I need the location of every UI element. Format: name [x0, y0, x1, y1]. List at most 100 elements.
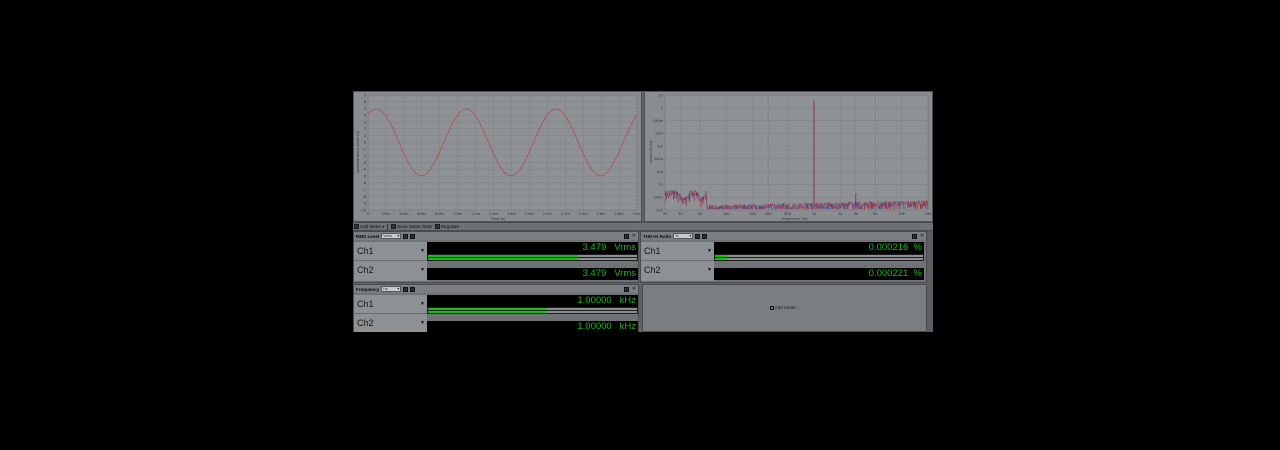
x-tick-label: 1.2m — [471, 212, 481, 216]
channel-label[interactable]: Ch1 ▼ — [354, 295, 427, 314]
x-tick-label: 2.6m — [597, 212, 607, 216]
y-tick-label: 6 — [364, 100, 367, 104]
bar-fill — [428, 308, 548, 310]
meter-settings-icon[interactable] — [410, 286, 416, 292]
x-tick-label: 2.0m — [543, 212, 553, 216]
plot-area — [367, 94, 638, 211]
level-bar — [427, 254, 638, 261]
meter-settings-icon[interactable] — [410, 233, 416, 239]
y-tick-label: 0 — [364, 141, 367, 145]
x-tick-label: 300 — [765, 212, 773, 216]
x-tick-label: 1.8m — [525, 212, 535, 216]
channel-label[interactable]: Ch1 ▼ — [641, 242, 714, 261]
channel-label[interactable]: Ch2 ▼ — [354, 261, 427, 282]
x-tick-label: 10k — [898, 212, 906, 216]
unit-select[interactable]: % — [673, 233, 694, 239]
x-tick-label: 50 — [698, 212, 703, 216]
x-tick-label: 2.8m — [614, 212, 624, 216]
meter-title: Frequency — [356, 286, 380, 292]
level-bar — [714, 254, 924, 261]
chevron-down-icon: ▼ — [420, 267, 425, 273]
x-tick-label: 2.2m — [561, 212, 571, 216]
close-icon[interactable]: ✕ — [632, 233, 636, 239]
popout-icon[interactable] — [623, 286, 629, 292]
x-tick-label: 3k — [854, 212, 859, 216]
y-tick-label: 100m — [653, 119, 664, 123]
bar-fill — [715, 258, 728, 260]
bar-fill — [428, 311, 548, 313]
plus-icon — [769, 306, 774, 310]
unit-select[interactable]: Vrms — [381, 233, 402, 239]
meter-menu-icon[interactable] — [403, 233, 409, 239]
bar-fill — [715, 255, 728, 257]
meter-menu-icon[interactable] — [695, 233, 701, 239]
regulate-icon — [434, 224, 440, 229]
x-tick-label: 2k — [838, 212, 843, 216]
add-meter-button[interactable]: Add Meter ▾ — [354, 224, 384, 229]
meter-readout: 1.00000 kHz — [427, 295, 638, 307]
bar-fill — [428, 258, 579, 260]
scope-graph[interactable]: 7 6 5 4 3 2 1 0 -1 -2 -3 -4 -5 -6 -7 -8 -9 -10 0 200u 400u 60… — [353, 91, 642, 222]
y-tick-label: 2 — [364, 127, 366, 131]
scrollbar[interactable] — [927, 231, 933, 332]
meter-header: Frequency Hz ✕ — [354, 285, 638, 293]
save-icon — [391, 224, 397, 229]
x-tick-label: 200 — [749, 212, 757, 216]
chevron-down-icon: ▼ — [707, 248, 712, 254]
y-tick-label: -3 — [362, 161, 366, 165]
meter-title: THD+N Ratio — [643, 233, 672, 239]
x-tick-label: 200u — [381, 212, 390, 216]
channel-label[interactable]: Ch2 ▼ — [354, 314, 427, 332]
app-window: 7 6 5 4 3 2 1 0 -1 -2 -3 -4 -5 -6 -7 -8 -9 -10 0 200u 400u 60… — [353, 91, 933, 332]
close-icon[interactable]: ✕ — [632, 286, 636, 292]
x-tick-label: 1.4m — [489, 212, 499, 216]
add-meter-link[interactable]: Add meter... — [643, 305, 926, 310]
frequency-meter: Frequency Hz ✕ Ch1▼ 1.00000 kHz Ch2▼ 1.0… — [353, 284, 639, 332]
regulate-button[interactable]: Regulate — [434, 224, 459, 229]
x-tick-label: 1k — [812, 212, 817, 216]
fft-graph[interactable]: 10 1 100m 10m 1m 100u 10u 1u 100n 10n 20 30 50 100 200… — [644, 91, 933, 222]
meter-readout: 0.000221 % — [714, 268, 924, 280]
popout-icon[interactable] — [911, 233, 917, 239]
meter-toolbar: Add Meter ▾ Save Meter Data Regulate — [353, 222, 933, 231]
x-tick-label: 20k — [925, 212, 933, 216]
meter-readout: 3.479 Vrms — [427, 242, 638, 254]
y-tick-label: -4 — [362, 168, 366, 172]
rms-level-meter: RMS Level Vrms ✕ Ch1▼ 3.479 Vrms Ch2▼ 3.… — [353, 231, 639, 283]
save-meter-data-button[interactable]: Save Meter Data — [391, 224, 432, 229]
y-tick-label: 10 — [658, 93, 663, 97]
y-tick-label: 100n — [654, 196, 663, 200]
plot-area — [664, 94, 929, 211]
thdn-ratio-meter: THD+N Ratio % ✕ Ch1▼ 0.000216 % Ch2▼ 0.0… — [640, 231, 927, 283]
popout-icon[interactable] — [623, 233, 629, 239]
close-icon[interactable]: ✕ — [920, 233, 924, 239]
chevron-down-icon: ▼ — [420, 320, 425, 326]
meter-header: THD+N Ratio % ✕ — [641, 232, 926, 240]
y-tick-label: 5 — [364, 107, 366, 111]
add-meter-panel: Add meter... — [642, 284, 927, 332]
chevron-down-icon: ▼ — [420, 248, 425, 254]
channel-label[interactable]: Ch2 ▼ — [641, 261, 714, 282]
x-tick-label: 100 — [723, 212, 731, 216]
scope-chart: 76543210-1-2-3-4-5-6-7-8-9-100 200u 400u 60… — [356, 93, 642, 221]
level-bar — [427, 307, 638, 314]
x-tick-label: 2.4m — [579, 212, 589, 216]
y-tick-label: 100u — [654, 157, 663, 161]
chevron-down-icon: ▾ — [382, 224, 385, 229]
meter-title: RMS Level — [356, 233, 380, 239]
unit-select[interactable]: Hz — [381, 286, 402, 292]
y-tick-label: 1 — [661, 106, 663, 110]
meter-header: RMS Level Vrms ✕ — [354, 232, 638, 240]
bar-fill — [428, 255, 579, 257]
channel-label[interactable]: Ch1 ▼ — [354, 242, 427, 261]
y-tick-label: -1 — [362, 147, 366, 151]
meter-menu-icon[interactable] — [403, 286, 409, 292]
x-tick-label: 1.0m — [453, 212, 463, 216]
y-tick-label: -7 — [362, 188, 366, 192]
y-tick-label: 3 — [364, 120, 366, 124]
meter-settings-icon[interactable] — [702, 233, 708, 239]
x-axis-label: Time (s) — [490, 217, 506, 221]
y-tick-label: 4 — [364, 114, 367, 118]
y-axis-label: Level (Vrms) — [649, 140, 653, 163]
x-tick-label: 20 — [663, 212, 668, 216]
